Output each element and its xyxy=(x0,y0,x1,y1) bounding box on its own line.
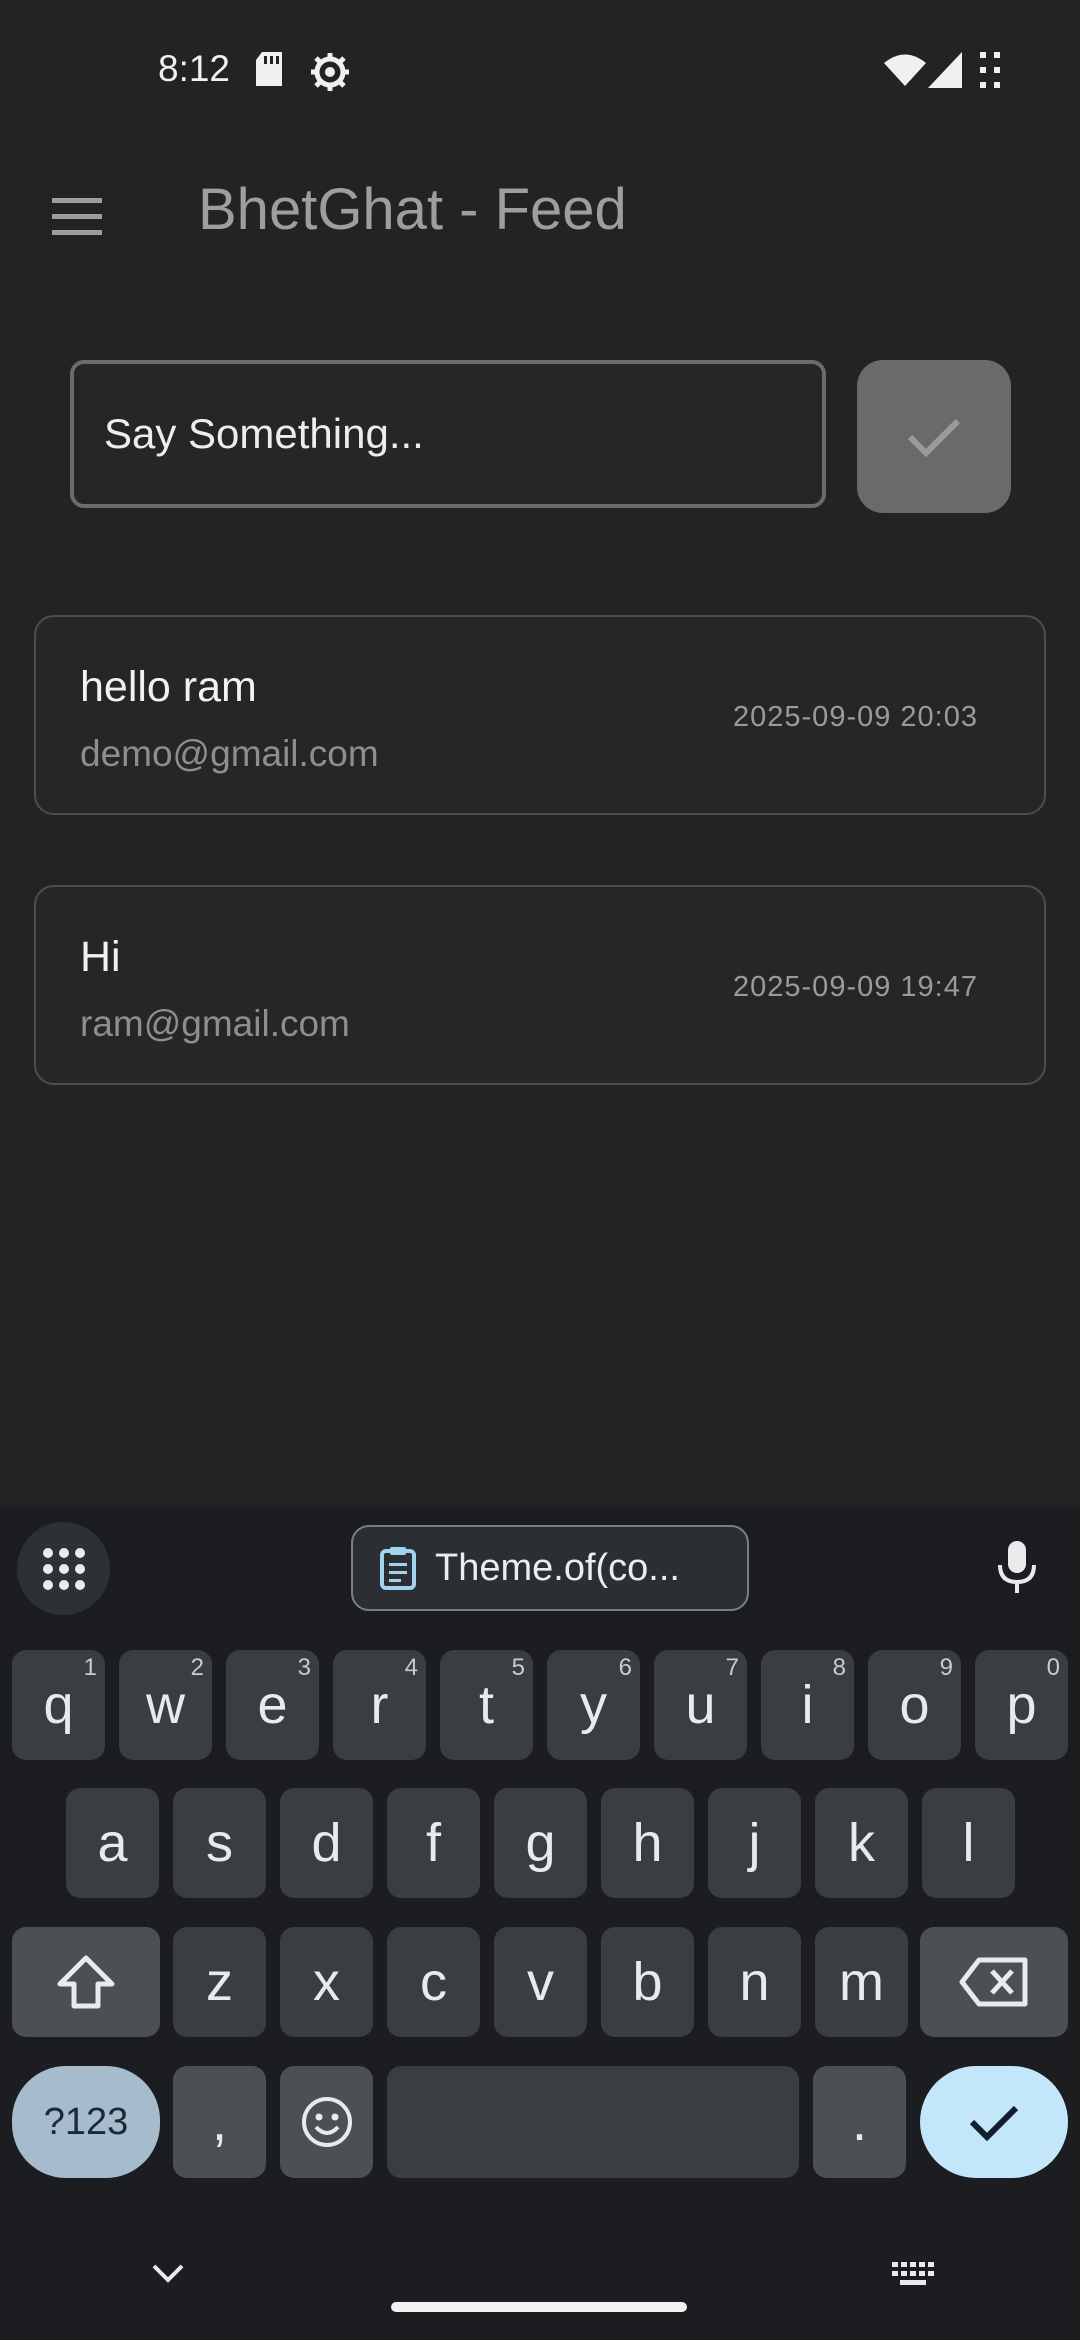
backspace-icon xyxy=(959,1957,1028,2007)
voice-input-button[interactable] xyxy=(980,1530,1054,1604)
page-title: BhetGhat - Feed xyxy=(198,177,627,242)
key-x[interactable]: x xyxy=(280,1927,373,2037)
comma-key[interactable]: , xyxy=(173,2066,266,2178)
post-timestamp: 2025-09-09 20:03 xyxy=(733,701,978,733)
key-c[interactable]: c xyxy=(387,1927,480,2037)
signal-icon xyxy=(928,52,962,88)
gesture-nav-handle[interactable] xyxy=(391,2302,687,2312)
post-input[interactable]: Say Something... xyxy=(70,360,826,508)
space-key[interactable] xyxy=(387,2066,799,2178)
menu-icon[interactable] xyxy=(40,180,114,254)
settings-gear-icon xyxy=(311,53,349,91)
wifi-icon xyxy=(884,54,926,86)
key-l[interactable]: l xyxy=(922,1788,1015,1898)
backspace-key[interactable] xyxy=(920,1927,1068,2037)
post-input-placeholder: Say Something... xyxy=(104,410,424,457)
check-icon xyxy=(969,2105,1019,2142)
key-p[interactable]: p0 xyxy=(975,1650,1068,1760)
microphone-icon xyxy=(998,1541,1036,1593)
symbols-key[interactable]: ?123 xyxy=(12,2066,160,2178)
post-author-email: demo@gmail.com xyxy=(80,733,379,774)
post-submit-button[interactable] xyxy=(857,360,1011,513)
period-key[interactable]: . xyxy=(813,2066,906,2178)
clipboard-chip-label: Theme.of(co... xyxy=(435,1546,680,1589)
key-k[interactable]: k xyxy=(815,1788,908,1898)
key-i[interactable]: i8 xyxy=(761,1650,854,1760)
data-activity-icon xyxy=(980,52,1000,88)
key-a[interactable]: a xyxy=(66,1788,159,1898)
soft-keyboard xyxy=(0,1507,1080,2340)
grid-icon xyxy=(42,1547,85,1590)
key-b[interactable]: b xyxy=(601,1927,694,2037)
key-j[interactable]: j xyxy=(708,1788,801,1898)
key-z[interactable]: z xyxy=(173,1927,266,2037)
key-r[interactable]: r4 xyxy=(333,1650,426,1760)
post-message: hello ram xyxy=(80,663,257,711)
sd-card-icon xyxy=(256,52,282,86)
key-w[interactable]: w2 xyxy=(119,1650,212,1760)
key-d[interactable]: d xyxy=(280,1788,373,1898)
key-g[interactable]: g xyxy=(494,1788,587,1898)
key-e[interactable]: e3 xyxy=(226,1650,319,1760)
emoji-icon xyxy=(301,2097,352,2147)
key-u[interactable]: u7 xyxy=(654,1650,747,1760)
key-h[interactable]: h xyxy=(601,1788,694,1898)
key-v[interactable]: v xyxy=(494,1927,587,2037)
post-message: Hi xyxy=(80,933,121,981)
enter-key[interactable] xyxy=(920,2066,1068,2178)
keyboard-apps-button[interactable] xyxy=(17,1522,110,1615)
check-icon xyxy=(907,418,961,457)
key-t[interactable]: t5 xyxy=(440,1650,533,1760)
shift-icon xyxy=(57,1955,115,2009)
key-s[interactable]: s xyxy=(173,1788,266,1898)
shift-key[interactable] xyxy=(12,1927,160,2037)
feed-card[interactable]: Hi ram@gmail.com 2025-09-09 19:47 xyxy=(34,885,1046,1085)
clipboard-icon xyxy=(380,1547,416,1590)
emoji-key[interactable] xyxy=(280,2066,373,2178)
keyboard-switch-icon[interactable] xyxy=(890,2260,936,2288)
key-q[interactable]: q1 xyxy=(12,1650,105,1760)
feed-card[interactable]: hello ram demo@gmail.com 2025-09-09 20:0… xyxy=(34,615,1046,815)
key-y[interactable]: y6 xyxy=(547,1650,640,1760)
key-m[interactable]: m xyxy=(815,1927,908,2037)
clipboard-suggestion-chip[interactable]: Theme.of(co... xyxy=(351,1525,749,1611)
post-timestamp: 2025-09-09 19:47 xyxy=(733,971,978,1003)
post-author-email: ram@gmail.com xyxy=(80,1003,350,1044)
key-n[interactable]: n xyxy=(708,1927,801,2037)
key-o[interactable]: o9 xyxy=(868,1650,961,1760)
status-time: 8:12 xyxy=(158,48,231,89)
hide-keyboard-chevron-icon[interactable] xyxy=(148,2260,188,2286)
key-f[interactable]: f xyxy=(387,1788,480,1898)
